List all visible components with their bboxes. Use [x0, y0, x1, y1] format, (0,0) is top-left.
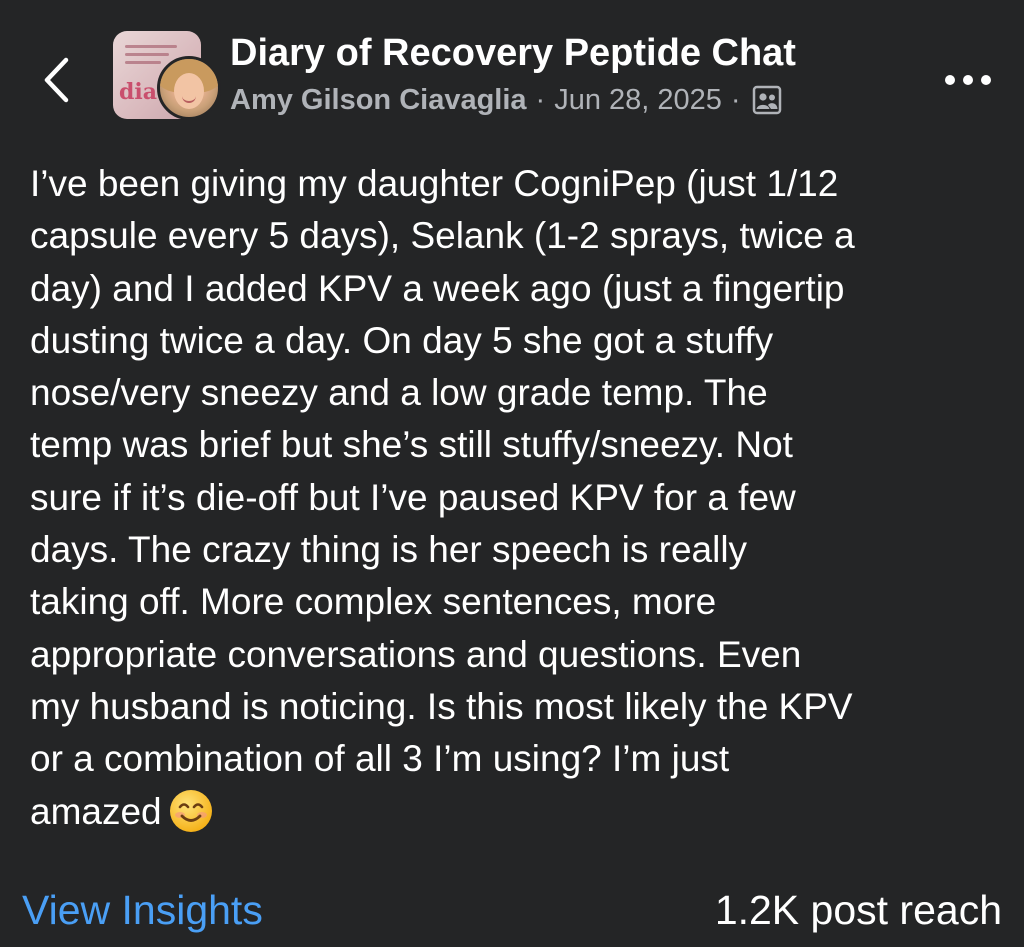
group-avatar-text: dia [119, 79, 157, 105]
meta-separator: · [730, 83, 741, 116]
author-avatar[interactable] [157, 56, 221, 120]
chevron-left-icon [44, 57, 69, 103]
post-header: dia Diary of Recovery Peptide Chat Amy G… [0, 0, 1024, 140]
view-insights-link[interactable]: View Insights [22, 884, 263, 936]
smiling-face-emoji [169, 789, 212, 832]
post-footer: View Insights 1.2K post reach [0, 880, 1024, 944]
post-reach-count: 1.2K post reach [714, 887, 1002, 933]
post-body-text: I’ve been giving my daughter CogniPep (j… [30, 163, 855, 832]
members-icon [752, 85, 782, 115]
back-button[interactable] [28, 52, 84, 108]
author-name[interactable]: Amy Gilson Ciavaglia [230, 84, 527, 117]
more-options-button[interactable] [940, 60, 996, 100]
post-text: I’ve been giving my daughter CogniPep (j… [30, 158, 1010, 838]
more-horizontal-icon [945, 75, 991, 85]
meta-separator: · [535, 83, 546, 116]
post-meta: Amy Gilson Ciavaglia · Jun 28, 2025 · [230, 80, 782, 120]
group-title[interactable]: Diary of Recovery Peptide Chat [230, 30, 796, 76]
post-date[interactable]: Jun 28, 2025 [554, 84, 722, 117]
